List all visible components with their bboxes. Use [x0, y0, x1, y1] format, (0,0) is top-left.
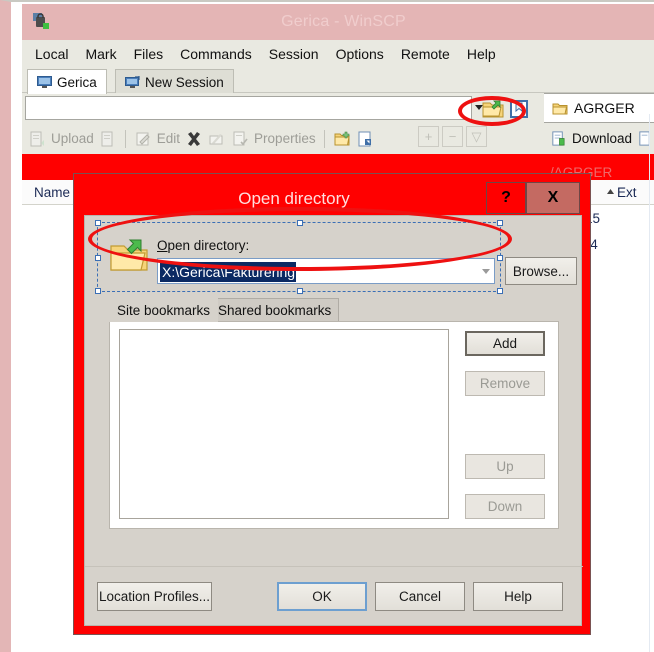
move-up-button: Up [465, 454, 545, 479]
tab-new-session-label: New Session [145, 74, 224, 90]
open-directory-label-rest: pen directory: [167, 238, 250, 253]
dialog-close-button[interactable]: X [526, 182, 580, 214]
window-title: Gerica - WinSCP [281, 13, 406, 30]
open-directory-combobox[interactable]: X:\Gerica\Fakturering [157, 258, 495, 284]
panel-divider [649, 114, 650, 652]
window-titlebar: Gerica - WinSCP [22, 4, 654, 40]
tab-new-session[interactable]: New Session [115, 69, 234, 94]
upload-queue-icon[interactable] [99, 130, 117, 148]
move-down-button: Down [465, 494, 545, 519]
edit-icon[interactable] [134, 130, 152, 148]
cancel-button[interactable]: Cancel [375, 582, 465, 611]
screen: Gerica - WinSCP Local Mark Files Command… [0, 0, 654, 652]
upload-label[interactable]: Upload [51, 131, 94, 146]
minus-deselect-icon[interactable]: − [442, 126, 463, 147]
column-header-ext[interactable]: Ext [606, 185, 637, 200]
open-directory-label: Open directory: [157, 238, 249, 253]
delete-x-icon[interactable] [185, 130, 203, 148]
column-header-ext-label: Ext [617, 184, 637, 200]
monitor-new-icon [125, 75, 140, 88]
bookmarks-tabpage: Add Remove Up Down [109, 321, 559, 529]
download-label[interactable]: Download [572, 131, 632, 146]
tab-shared-bookmarks[interactable]: Shared bookmarks [210, 298, 340, 322]
rename-icon[interactable] [208, 130, 226, 148]
footer-divider [85, 566, 583, 567]
open-directory-bookmark-icon[interactable] [507, 98, 531, 120]
bookmarks-listbox[interactable] [119, 329, 449, 519]
menu-options[interactable]: Options [334, 45, 386, 63]
add-bookmark-button[interactable]: Add [465, 331, 545, 356]
selection-handle-n [297, 220, 303, 226]
edit-label[interactable]: Edit [157, 131, 180, 146]
selection-handle-sw [95, 288, 101, 294]
selection-handle-w [95, 255, 101, 261]
open-directory-icon[interactable] [481, 98, 505, 120]
bookmarks-tabstrip: Site bookmarks Shared bookmarks [109, 298, 559, 322]
dialog-title: Open directory [238, 189, 350, 208]
open-directory-input-value[interactable]: X:\Gerica\Fakturering [160, 262, 297, 282]
session-tabstrip: Gerica New Session [22, 67, 654, 94]
properties-icon[interactable] [231, 130, 249, 148]
toolbar-separator [124, 129, 126, 148]
chevron-down-icon[interactable] [482, 269, 490, 274]
location-profiles-button[interactable]: Location Profiles... [97, 582, 212, 611]
remote-path-label: AGRGER [574, 100, 635, 116]
winscp-lock-icon [33, 13, 49, 29]
menu-remote[interactable]: Remote [399, 45, 452, 63]
menu-commands[interactable]: Commands [178, 45, 254, 63]
tab-gerica[interactable]: Gerica [27, 69, 107, 94]
remove-bookmark-button: Remove [465, 371, 545, 396]
local-path-input[interactable] [25, 96, 472, 120]
folder-icon [552, 103, 568, 114]
selection-handle-e [497, 255, 503, 261]
upload-icon[interactable] [28, 130, 46, 148]
selection-handle-se [497, 288, 503, 294]
selection-handle-nw [95, 220, 101, 226]
open-directory-dialog: Open directory ? X Open directory: X:\Ge… [73, 173, 591, 635]
invert-selection-icon[interactable]: ▽ [466, 126, 487, 147]
monitor-icon [37, 75, 52, 88]
menu-session[interactable]: Session [267, 45, 321, 63]
selection-handle-ne [497, 220, 503, 226]
selection-buttons-group: + − ▽ [418, 126, 487, 147]
remote-toolbar: Download [544, 123, 654, 154]
menu-mark[interactable]: Mark [83, 45, 118, 63]
menu-local[interactable]: Local [33, 45, 70, 63]
plus-select-icon[interactable]: + [418, 126, 439, 147]
open-folder-arrow-icon [110, 239, 148, 271]
ok-button[interactable]: OK [277, 582, 367, 611]
menu-help[interactable]: Help [465, 45, 498, 63]
toolbar-separator-2 [323, 129, 325, 148]
tab-site-bookmarks[interactable]: Site bookmarks [109, 298, 219, 322]
download-queue-icon[interactable] [637, 130, 654, 147]
sort-asc-icon [607, 188, 614, 194]
dialog-body: Open directory: X:\Gerica\Fakturering Br… [84, 215, 583, 626]
menu-files[interactable]: Files [132, 45, 166, 63]
browse-button[interactable]: Browse... [505, 257, 577, 285]
download-icon[interactable] [550, 130, 567, 147]
open-directory-label-accel: O [157, 238, 168, 253]
new-file-icon[interactable] [356, 130, 374, 148]
dialog-help-button[interactable]: ? [486, 182, 526, 214]
remote-path-combo[interactable]: AGRGER [544, 93, 654, 123]
menubar: Local Mark Files Commands Session Option… [22, 40, 654, 67]
selection-handle-s [297, 288, 303, 294]
tab-gerica-label: Gerica [57, 74, 97, 90]
new-folder-icon[interactable] [333, 130, 351, 148]
properties-label[interactable]: Properties [254, 131, 316, 146]
help-button[interactable]: Help [473, 582, 563, 611]
